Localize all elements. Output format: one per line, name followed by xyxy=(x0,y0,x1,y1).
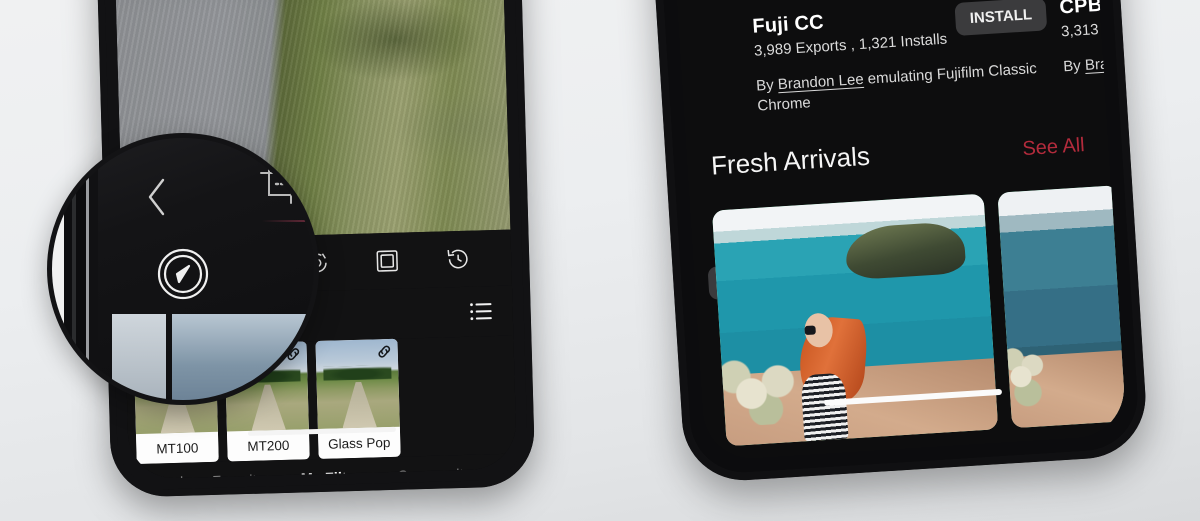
slider-track-red[interactable] xyxy=(262,220,314,222)
person-figure xyxy=(792,305,871,442)
link-icon[interactable] xyxy=(376,343,393,360)
author-link[interactable]: Brandon Lee xyxy=(777,71,864,93)
filter-description: By Brandon Lee emulating Fujifilm Classi… xyxy=(756,58,1052,117)
filter-description: By Bra xyxy=(1063,51,1127,77)
filter-card-meta: CPB 3,313 E xyxy=(1059,0,1127,40)
photo-thumbnail xyxy=(711,193,999,447)
author-link[interactable]: Bra xyxy=(1084,56,1108,74)
see-all-link[interactable]: See All xyxy=(1022,134,1086,161)
sunglasses-icon xyxy=(804,325,817,336)
border-frame-icon[interactable] xyxy=(374,248,401,275)
tab-favorites[interactable]: Favorites xyxy=(212,472,272,479)
photo-card[interactable] xyxy=(711,193,999,447)
right-phone: LL Fuji CC 3,989 Exports , 1,321 Install… xyxy=(640,0,1150,484)
right-phone-screen: LL Fuji CC 3,989 Exports , 1,321 Install… xyxy=(663,0,1127,462)
tab-dark[interactable]: Dark xyxy=(500,465,517,479)
history-icon[interactable] xyxy=(445,246,472,273)
preset-card[interactable]: Glass Pop xyxy=(315,338,401,460)
filter-card-header: Fuji CC 3,989 Exports , 1,321 Installs I… xyxy=(752,0,1048,60)
right-phone-bezel: LL Fuji CC 3,989 Exports , 1,321 Install… xyxy=(640,0,1150,484)
by-label: By xyxy=(755,76,779,95)
tab-community[interactable]: Community xyxy=(397,467,471,480)
list-icon[interactable] xyxy=(468,301,493,322)
compass-icon[interactable] xyxy=(155,246,211,302)
chevron-left-icon[interactable] xyxy=(144,176,170,218)
loupe-thumb[interactable] xyxy=(112,314,166,400)
loupe-thumb[interactable] xyxy=(172,314,314,400)
foreground-bush xyxy=(1002,336,1047,410)
island-rock xyxy=(843,220,967,281)
filter-title: CPB xyxy=(1058,0,1103,19)
tab-my-filters[interactable]: My Filters xyxy=(301,470,369,480)
photo-thumbnail xyxy=(997,185,1127,429)
preset-thumbnail xyxy=(315,338,400,430)
filter-list: LL Fuji CC 3,989 Exports , 1,321 Install… xyxy=(678,0,1113,301)
crop-icon[interactable] xyxy=(258,162,302,206)
fresh-arrivals-carousel[interactable] xyxy=(690,185,1127,448)
photo-card[interactable] xyxy=(997,185,1127,429)
tab-original[interactable]: Original xyxy=(133,475,183,480)
foreground-bush xyxy=(713,351,808,428)
by-label: By xyxy=(1062,57,1086,76)
striped-top xyxy=(800,372,849,442)
section-title: Fresh Arrivals xyxy=(710,140,871,181)
preset-name: MT100 xyxy=(135,431,219,465)
loupe-preset-thumbnails xyxy=(112,314,314,400)
filter-card-fuji-cc[interactable]: Fuji CC 3,989 Exports , 1,321 Installs I… xyxy=(752,0,1051,117)
fresh-arrivals-header: Fresh Arrivals See All xyxy=(686,126,1109,183)
filter-card-cpb[interactable]: CPB 3,313 E By Bra xyxy=(1059,0,1127,98)
install-button[interactable]: INSTALL xyxy=(954,0,1047,36)
previous-card-stub: LL xyxy=(692,17,756,301)
loupe-phone-edge xyxy=(52,138,98,400)
filter-stats: 3,313 E xyxy=(1060,20,1114,41)
magnifier-loupe[interactable] xyxy=(47,133,319,405)
filter-card-meta: Fuji CC 3,989 Exports , 1,321 Installs xyxy=(752,4,948,59)
